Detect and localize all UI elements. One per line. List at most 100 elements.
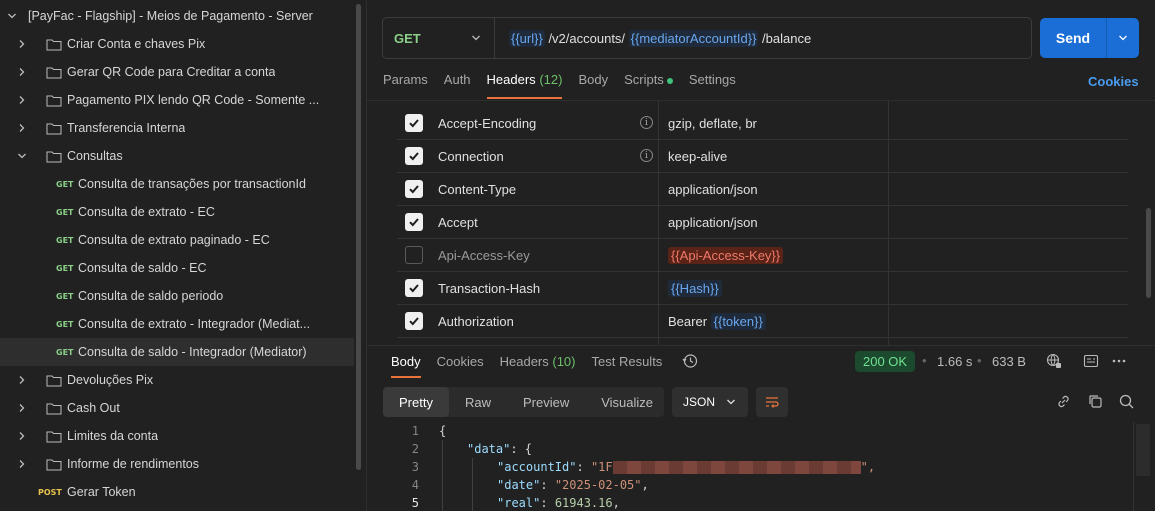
chevron-down-icon[interactable] <box>17 151 27 161</box>
header-value[interactable]: keep-alive <box>668 149 727 164</box>
collection-header[interactable]: [PayFac - Flagship] - Meios de Pagamento… <box>0 2 354 30</box>
info-icon[interactable]: i <box>640 149 653 162</box>
folder-cash-out[interactable]: Cash Out <box>0 394 354 422</box>
tab-headers[interactable]: Headers (12) <box>486 72 562 99</box>
request-item[interactable]: GET Consulta de extrato - EC <box>0 198 354 226</box>
header-value[interactable]: Bearer {{token}} <box>668 313 766 330</box>
status-badge[interactable]: 200 OK <box>855 351 916 372</box>
variable: {{token}} <box>710 313 766 330</box>
info-icon[interactable]: i <box>640 116 653 129</box>
folder-transferencia[interactable]: Transferencia Interna <box>0 114 354 142</box>
format-select[interactable]: JSON <box>672 387 748 417</box>
tab-response-body[interactable]: Body <box>391 354 421 378</box>
request-item-post[interactable]: POST Gerar Token <box>0 478 354 506</box>
checkbox[interactable] <box>405 312 423 330</box>
headers-scrollbar[interactable] <box>1146 208 1151 298</box>
checkbox[interactable] <box>405 246 423 264</box>
header-key[interactable]: Transaction-Hash <box>438 281 540 296</box>
tab-pretty[interactable]: Pretty <box>383 387 449 417</box>
line-number: 5 <box>411 496 419 510</box>
header-key[interactable]: Accept <box>438 215 478 230</box>
folder-pagamento-pix[interactable]: Pagamento PIX lendo QR Code - Somente ..… <box>0 86 354 114</box>
checkbox[interactable] <box>405 114 423 132</box>
checkbox[interactable] <box>405 213 423 231</box>
header-value[interactable]: {{Hash}} <box>668 280 722 297</box>
request-item-selected[interactable]: GET Consulta de saldo - Integrador (Medi… <box>0 338 354 366</box>
chevron-right-icon[interactable] <box>17 403 27 413</box>
request-item[interactable]: GET Consulta de saldo periodo <box>0 282 354 310</box>
request-item[interactable]: GET Consulta de extrato paginado - EC <box>0 226 354 254</box>
separator: • <box>922 353 927 368</box>
chevron-down-icon[interactable] <box>1107 33 1139 43</box>
request-item[interactable]: GET Consulta de extrato - Integrador (Me… <box>0 310 354 338</box>
request-item[interactable]: GET Consulta de transações por transacti… <box>0 170 354 198</box>
request-item[interactable]: GET Consulta de saldo - EC <box>0 254 354 282</box>
tab-body[interactable]: Body <box>578 72 608 94</box>
tab-response-cookies[interactable]: Cookies <box>437 354 484 369</box>
tab-settings[interactable]: Settings <box>689 72 736 94</box>
cookies-link[interactable]: Cookies <box>1088 74 1139 89</box>
header-value[interactable]: application/json <box>668 215 758 230</box>
url-input[interactable]: {{url}} /v2/accounts/ {{mediatorAccountI… <box>495 29 811 47</box>
link-icon[interactable] <box>1055 393 1072 410</box>
send-button[interactable]: Send <box>1040 18 1139 58</box>
chevron-down-icon[interactable] <box>7 11 17 21</box>
checkbox[interactable] <box>405 180 423 198</box>
more-icon[interactable] <box>1111 353 1127 369</box>
tab-scripts[interactable]: Scripts <box>624 72 673 94</box>
folder-consultas[interactable]: Consultas <box>0 142 354 170</box>
folder-gerar-qr[interactable]: Gerar QR Code para Creditar a conta <box>0 58 354 86</box>
header-key[interactable]: Accept-Encoding <box>438 116 536 131</box>
tab-test-results[interactable]: Test Results <box>592 354 663 369</box>
editor-scrollbar[interactable] <box>1136 424 1150 476</box>
chevron-right-icon[interactable] <box>17 95 27 105</box>
header-key[interactable]: Authorization <box>438 314 514 329</box>
method-badge: GET <box>56 291 74 301</box>
check-icon <box>409 119 419 128</box>
checkbox[interactable] <box>405 147 423 165</box>
save-response-icon[interactable] <box>1083 353 1099 369</box>
folder-informe[interactable]: Informe de rendimentos <box>0 450 354 478</box>
sidebar-scrollbar[interactable] <box>356 4 361 470</box>
globe-icon[interactable] <box>1046 353 1062 369</box>
tab-preview[interactable]: Preview <box>507 387 585 417</box>
chevron-right-icon[interactable] <box>17 375 27 385</box>
chevron-right-icon[interactable] <box>17 67 27 77</box>
divider <box>1133 422 1134 511</box>
header-key[interactable]: Api-Access-Key <box>438 248 530 263</box>
method-badge: GET <box>56 347 74 357</box>
header-key[interactable]: Connection <box>438 149 504 164</box>
method-badge: GET <box>56 235 74 245</box>
header-value[interactable]: gzip, deflate, br <box>668 116 757 131</box>
json-key: "real" <box>497 496 541 510</box>
response-body-editor[interactable]: 1 { 2 "data": { 3 "accountId": "1F ", 4 "… <box>367 422 1135 511</box>
response-tabs: Body Cookies Headers (10) Test Results <box>391 354 678 378</box>
method-select[interactable]: GET <box>383 18 495 58</box>
line-number: 3 <box>411 460 419 474</box>
tab-raw[interactable]: Raw <box>449 387 507 417</box>
tab-scripts-label: Scripts <box>624 72 664 87</box>
header-key[interactable]: Content-Type <box>438 182 516 197</box>
tab-auth[interactable]: Auth <box>444 72 471 94</box>
chevron-right-icon[interactable] <box>17 123 27 133</box>
tab-params[interactable]: Params <box>383 72 428 94</box>
folder-devolucoes[interactable]: Devoluções Pix <box>0 366 354 394</box>
request-label: Consulta de extrato - Integrador (Mediat… <box>78 317 311 331</box>
status-dot <box>666 77 673 84</box>
folder-criar-conta[interactable]: Criar Conta e chaves Pix <box>0 30 354 58</box>
chevron-right-icon[interactable] <box>17 431 27 441</box>
folder-limites[interactable]: Limites da conta <box>0 422 354 450</box>
tab-visualize[interactable]: Visualize <box>585 387 669 417</box>
chevron-right-icon[interactable] <box>17 39 27 49</box>
checkbox[interactable] <box>405 279 423 297</box>
response-size[interactable]: 633 B <box>992 354 1026 369</box>
header-value[interactable]: {{Api-Access-Key}} <box>668 247 784 264</box>
wrap-lines-button[interactable] <box>756 387 788 417</box>
chevron-right-icon[interactable] <box>17 459 27 469</box>
header-value[interactable]: application/json <box>668 182 758 197</box>
search-icon[interactable] <box>1118 393 1135 410</box>
history-icon[interactable] <box>682 353 698 369</box>
copy-icon[interactable] <box>1087 393 1104 410</box>
tab-response-headers[interactable]: Headers (10) <box>500 354 576 369</box>
response-time[interactable]: 1.66 s <box>937 354 972 369</box>
